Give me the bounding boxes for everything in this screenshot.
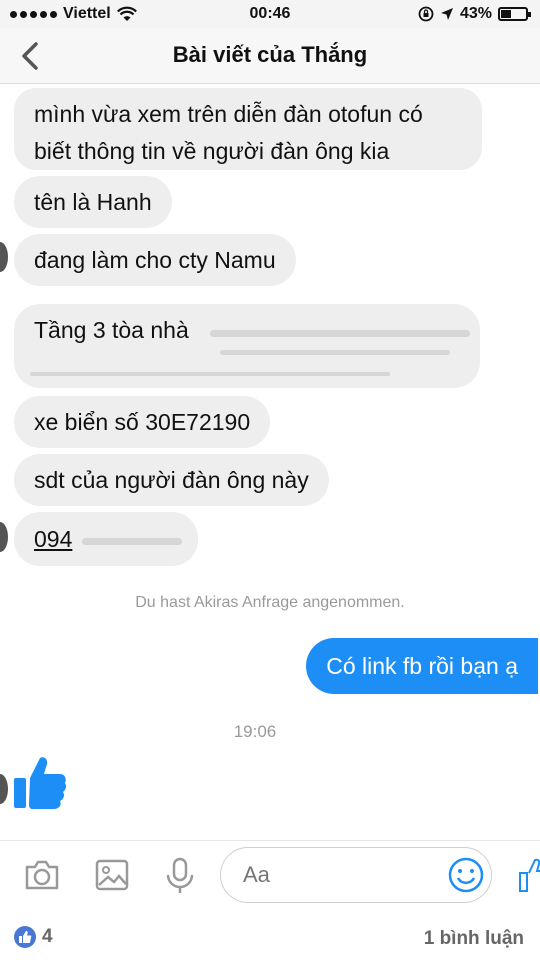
phone-number-link[interactable]: 094 (34, 526, 72, 552)
message-bubble[interactable]: mình vừa xem trên diễn đàn otofun có biế… (14, 88, 482, 170)
battery-fill (501, 10, 511, 18)
message-bubble[interactable]: đang làm cho cty Namu (14, 234, 296, 286)
sender-avatar[interactable] (0, 774, 8, 804)
message-timestamp: 19:06 (233, 722, 277, 741)
gallery-button[interactable] (92, 855, 132, 895)
message-text: Có link fb rồi bạn ạ (326, 653, 518, 679)
like-reaction-icon (14, 926, 36, 948)
send-like-button[interactable] (516, 855, 540, 895)
redaction-mark (210, 330, 470, 337)
comment-count[interactable]: 1 bình luận (424, 928, 524, 950)
battery-icon (498, 7, 531, 21)
orientation-lock-icon (418, 6, 434, 22)
sender-avatar[interactable] (0, 522, 8, 552)
battery-percent: 43% (459, 5, 492, 22)
message-text: Tầng 3 tòa nhà (34, 317, 189, 343)
post-footer: 4 1 bình luận (0, 912, 540, 960)
thumbs-up-icon (519, 858, 540, 892)
smiley-icon (448, 857, 484, 893)
like-count[interactable]: 4 (14, 926, 53, 948)
redaction-mark (82, 538, 182, 545)
camera-icon (25, 860, 59, 890)
status-right: 43% (418, 5, 531, 23)
microphone-icon (166, 857, 194, 893)
emoji-button[interactable] (446, 855, 486, 895)
page-title: Bài viết của Thắng (172, 42, 368, 67)
camera-button[interactable] (22, 855, 62, 895)
message-text: xe biển số 30E72190 (34, 409, 251, 435)
navigation-bar: Bài viết của Thắng (0, 28, 540, 84)
voice-button[interactable] (160, 855, 200, 895)
status-bar: Viettel 00:46 43% (0, 0, 540, 28)
message-text: sdt của người đàn ông này (34, 467, 309, 493)
chat-thread: mình vừa xem trên diễn đàn otofun có biế… (0, 84, 540, 840)
message-text: biết thông tin về người đàn ông kia (34, 138, 390, 164)
redaction-mark (30, 372, 390, 376)
message-bubble[interactable]: tên là Hanh (14, 176, 172, 228)
message-composer (0, 840, 540, 910)
system-message: Du hast Akiras Anfrage angenommen. (135, 594, 405, 611)
sender-avatar[interactable] (0, 242, 8, 272)
image-icon (95, 859, 129, 891)
message-text: mình vừa xem trên diễn đàn otofun có (34, 101, 423, 127)
message-bubble[interactable]: xe biển số 30E72190 (14, 396, 271, 448)
location-arrow-icon (440, 8, 453, 20)
like-count-text: 4 (42, 926, 53, 947)
message-bubble[interactable]: sdt của người đàn ông này (14, 454, 329, 506)
redaction-mark (220, 350, 450, 355)
message-text: tên là Hanh (34, 189, 152, 215)
thumbs-up-sticker-icon[interactable] (10, 752, 70, 812)
outgoing-message-bubble[interactable]: Có link fb rồi bạn ạ (306, 638, 538, 694)
message-text: đang làm cho cty Namu (34, 247, 276, 273)
